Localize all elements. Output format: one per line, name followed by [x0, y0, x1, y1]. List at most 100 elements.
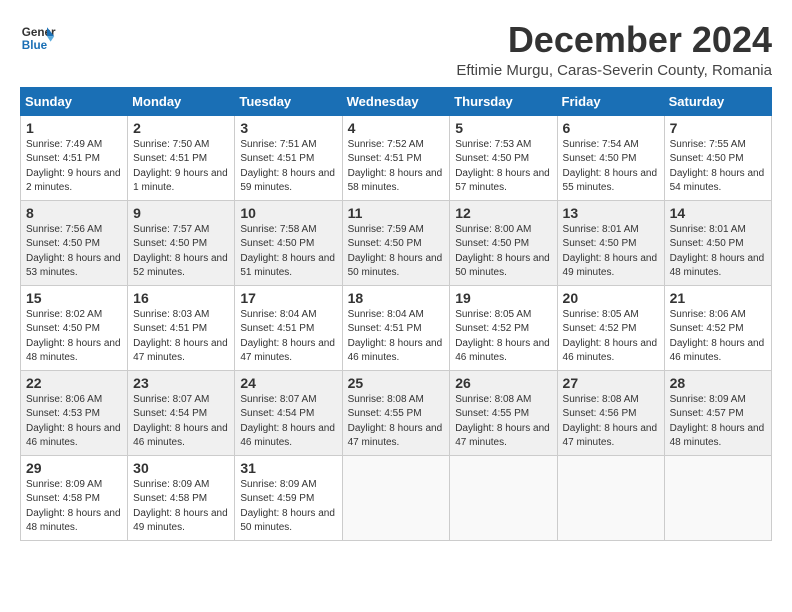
calendar-cell	[664, 455, 771, 540]
day-number: 19	[455, 290, 551, 306]
day-number: 25	[348, 375, 445, 391]
calendar-week-1: 1 Sunrise: 7:49 AM Sunset: 4:51 PM Dayli…	[21, 115, 772, 200]
day-detail: Sunrise: 7:56 AM Sunset: 4:50 PM Dayligh…	[26, 223, 122, 281]
day-number: 11	[348, 205, 445, 221]
title-section: December 2024 Eftimie Murgu, Caras-Sever…	[456, 20, 772, 79]
day-detail: Sunrise: 8:08 AM Sunset: 4:55 PM Dayligh…	[455, 393, 551, 451]
day-number: 15	[26, 290, 122, 306]
calendar-cell: 10 Sunrise: 7:58 AM Sunset: 4:50 PM Dayl…	[235, 200, 342, 285]
day-detail: Sunrise: 8:00 AM Sunset: 4:50 PM Dayligh…	[455, 223, 551, 281]
day-number: 13	[563, 205, 659, 221]
calendar-cell: 20 Sunrise: 8:05 AM Sunset: 4:52 PM Dayl…	[557, 285, 664, 370]
calendar-cell: 29 Sunrise: 8:09 AM Sunset: 4:58 PM Dayl…	[21, 455, 128, 540]
day-detail: Sunrise: 7:55 AM Sunset: 4:50 PM Dayligh…	[670, 138, 766, 196]
calendar-cell: 26 Sunrise: 8:08 AM Sunset: 4:55 PM Dayl…	[450, 370, 557, 455]
day-number: 22	[26, 375, 122, 391]
calendar-cell: 4 Sunrise: 7:52 AM Sunset: 4:51 PM Dayli…	[342, 115, 450, 200]
calendar-cell	[342, 455, 450, 540]
day-number: 3	[240, 120, 336, 136]
calendar-cell: 22 Sunrise: 8:06 AM Sunset: 4:53 PM Dayl…	[21, 370, 128, 455]
calendar-cell: 1 Sunrise: 7:49 AM Sunset: 4:51 PM Dayli…	[21, 115, 128, 200]
header-wednesday: Wednesday	[342, 87, 450, 115]
calendar-cell: 12 Sunrise: 8:00 AM Sunset: 4:50 PM Dayl…	[450, 200, 557, 285]
calendar-cell: 30 Sunrise: 8:09 AM Sunset: 4:58 PM Dayl…	[128, 455, 235, 540]
calendar-cell: 25 Sunrise: 8:08 AM Sunset: 4:55 PM Dayl…	[342, 370, 450, 455]
calendar-cell: 6 Sunrise: 7:54 AM Sunset: 4:50 PM Dayli…	[557, 115, 664, 200]
calendar-cell: 15 Sunrise: 8:02 AM Sunset: 4:50 PM Dayl…	[21, 285, 128, 370]
day-number: 7	[670, 120, 766, 136]
day-detail: Sunrise: 7:53 AM Sunset: 4:50 PM Dayligh…	[455, 138, 551, 196]
day-detail: Sunrise: 8:05 AM Sunset: 4:52 PM Dayligh…	[455, 308, 551, 366]
day-detail: Sunrise: 8:06 AM Sunset: 4:52 PM Dayligh…	[670, 308, 766, 366]
calendar-week-5: 29 Sunrise: 8:09 AM Sunset: 4:58 PM Dayl…	[21, 455, 772, 540]
header-tuesday: Tuesday	[235, 87, 342, 115]
day-number: 10	[240, 205, 336, 221]
calendar-cell: 31 Sunrise: 8:09 AM Sunset: 4:59 PM Dayl…	[235, 455, 342, 540]
calendar-week-3: 15 Sunrise: 8:02 AM Sunset: 4:50 PM Dayl…	[21, 285, 772, 370]
calendar-cell	[450, 455, 557, 540]
day-number: 14	[670, 205, 766, 221]
calendar-week-4: 22 Sunrise: 8:06 AM Sunset: 4:53 PM Dayl…	[21, 370, 772, 455]
calendar-cell: 13 Sunrise: 8:01 AM Sunset: 4:50 PM Dayl…	[557, 200, 664, 285]
day-number: 21	[670, 290, 766, 306]
day-detail: Sunrise: 8:09 AM Sunset: 4:59 PM Dayligh…	[240, 478, 336, 536]
day-detail: Sunrise: 7:57 AM Sunset: 4:50 PM Dayligh…	[133, 223, 229, 281]
day-detail: Sunrise: 7:51 AM Sunset: 4:51 PM Dayligh…	[240, 138, 336, 196]
day-detail: Sunrise: 7:58 AM Sunset: 4:50 PM Dayligh…	[240, 223, 336, 281]
day-number: 23	[133, 375, 229, 391]
svg-text:Blue: Blue	[22, 39, 48, 52]
header-sunday: Sunday	[21, 87, 128, 115]
day-number: 28	[670, 375, 766, 391]
header-monday: Monday	[128, 87, 235, 115]
calendar-cell: 24 Sunrise: 8:07 AM Sunset: 4:54 PM Dayl…	[235, 370, 342, 455]
day-detail: Sunrise: 8:07 AM Sunset: 4:54 PM Dayligh…	[240, 393, 336, 451]
day-detail: Sunrise: 8:04 AM Sunset: 4:51 PM Dayligh…	[348, 308, 445, 366]
day-detail: Sunrise: 7:54 AM Sunset: 4:50 PM Dayligh…	[563, 138, 659, 196]
calendar-cell: 16 Sunrise: 8:03 AM Sunset: 4:51 PM Dayl…	[128, 285, 235, 370]
day-number: 16	[133, 290, 229, 306]
day-number: 4	[348, 120, 445, 136]
calendar-cell: 8 Sunrise: 7:56 AM Sunset: 4:50 PM Dayli…	[21, 200, 128, 285]
page-header: General Blue December 2024 Eftimie Murgu…	[20, 20, 772, 79]
calendar-cell	[557, 455, 664, 540]
calendar-cell: 23 Sunrise: 8:07 AM Sunset: 4:54 PM Dayl…	[128, 370, 235, 455]
calendar-week-2: 8 Sunrise: 7:56 AM Sunset: 4:50 PM Dayli…	[21, 200, 772, 285]
day-number: 12	[455, 205, 551, 221]
calendar-cell: 11 Sunrise: 7:59 AM Sunset: 4:50 PM Dayl…	[342, 200, 450, 285]
calendar-cell: 9 Sunrise: 7:57 AM Sunset: 4:50 PM Dayli…	[128, 200, 235, 285]
day-number: 24	[240, 375, 336, 391]
day-detail: Sunrise: 8:08 AM Sunset: 4:56 PM Dayligh…	[563, 393, 659, 451]
calendar-cell: 7 Sunrise: 7:55 AM Sunset: 4:50 PM Dayli…	[664, 115, 771, 200]
header-friday: Friday	[557, 87, 664, 115]
day-number: 17	[240, 290, 336, 306]
day-number: 18	[348, 290, 445, 306]
calendar-cell: 18 Sunrise: 8:04 AM Sunset: 4:51 PM Dayl…	[342, 285, 450, 370]
logo: General Blue	[20, 20, 56, 56]
day-number: 5	[455, 120, 551, 136]
day-detail: Sunrise: 8:05 AM Sunset: 4:52 PM Dayligh…	[563, 308, 659, 366]
day-detail: Sunrise: 8:01 AM Sunset: 4:50 PM Dayligh…	[563, 223, 659, 281]
day-number: 9	[133, 205, 229, 221]
day-detail: Sunrise: 8:04 AM Sunset: 4:51 PM Dayligh…	[240, 308, 336, 366]
day-number: 6	[563, 120, 659, 136]
header-saturday: Saturday	[664, 87, 771, 115]
calendar-table: Sunday Monday Tuesday Wednesday Thursday…	[20, 87, 772, 541]
day-number: 20	[563, 290, 659, 306]
calendar-cell: 14 Sunrise: 8:01 AM Sunset: 4:50 PM Dayl…	[664, 200, 771, 285]
calendar-cell: 2 Sunrise: 7:50 AM Sunset: 4:51 PM Dayli…	[128, 115, 235, 200]
header-row: Sunday Monday Tuesday Wednesday Thursday…	[21, 87, 772, 115]
calendar-cell: 21 Sunrise: 8:06 AM Sunset: 4:52 PM Dayl…	[664, 285, 771, 370]
day-number: 29	[26, 460, 122, 476]
day-detail: Sunrise: 8:09 AM Sunset: 4:58 PM Dayligh…	[133, 478, 229, 536]
day-detail: Sunrise: 8:08 AM Sunset: 4:55 PM Dayligh…	[348, 393, 445, 451]
day-detail: Sunrise: 8:07 AM Sunset: 4:54 PM Dayligh…	[133, 393, 229, 451]
calendar-subtitle: Eftimie Murgu, Caras-Severin County, Rom…	[456, 62, 772, 79]
day-number: 8	[26, 205, 122, 221]
day-detail: Sunrise: 8:06 AM Sunset: 4:53 PM Dayligh…	[26, 393, 122, 451]
day-detail: Sunrise: 8:03 AM Sunset: 4:51 PM Dayligh…	[133, 308, 229, 366]
calendar-title: December 2024	[456, 20, 772, 60]
day-detail: Sunrise: 7:50 AM Sunset: 4:51 PM Dayligh…	[133, 138, 229, 196]
calendar-cell: 27 Sunrise: 8:08 AM Sunset: 4:56 PM Dayl…	[557, 370, 664, 455]
calendar-cell: 5 Sunrise: 7:53 AM Sunset: 4:50 PM Dayli…	[450, 115, 557, 200]
calendar-cell: 19 Sunrise: 8:05 AM Sunset: 4:52 PM Dayl…	[450, 285, 557, 370]
